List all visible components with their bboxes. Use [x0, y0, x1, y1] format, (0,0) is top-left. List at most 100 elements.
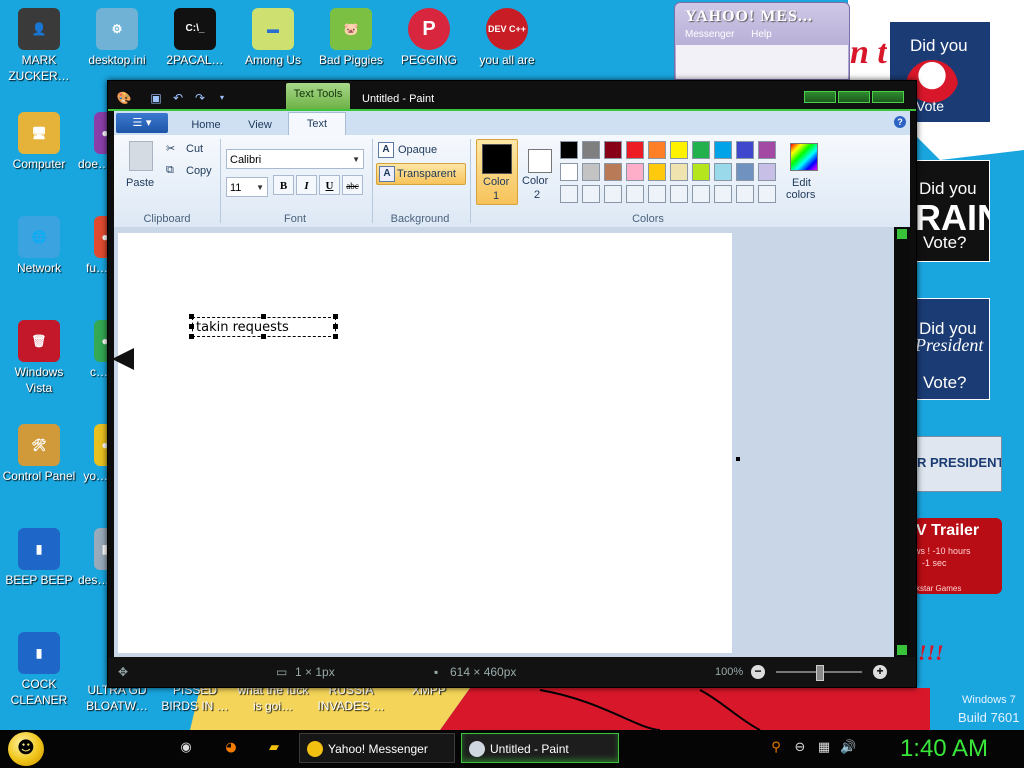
desktop-icon-beep-beep[interactable]: ▮ BEEP BEEP [0, 528, 78, 588]
folder-icon[interactable]: ▰ [266, 740, 282, 756]
palette-swatch[interactable] [626, 163, 644, 181]
palette-swatch[interactable] [736, 141, 754, 159]
desktop-icon-windows-vista[interactable]: 🗑 Windows Vista [0, 320, 78, 396]
copy-button[interactable]: ⧉ Copy [166, 163, 216, 181]
desktop-icon-among-us[interactable]: ▬ Among Us [234, 8, 312, 68]
file-menu-button[interactable]: ☰ ▾ [116, 113, 168, 133]
desktop-icon-bad-piggies[interactable]: 🐷 Bad Piggies [312, 8, 390, 68]
palette-swatch[interactable] [758, 185, 776, 203]
desktop-icon-2pacal[interactable]: C:\_ 2PACAL… [156, 8, 234, 68]
palette-swatch[interactable] [604, 163, 622, 181]
palette-swatch[interactable] [758, 141, 776, 159]
desktop-icon-you-all-are[interactable]: DEV C++ you all are [468, 8, 546, 68]
maximize-button[interactable] [838, 91, 870, 103]
paint-window[interactable]: 🎨 ▣ ↶ ↷ ▾ Text Tools Untitled - Paint ☰ … [107, 80, 917, 688]
minus-icon[interactable]: ⊖ [792, 740, 808, 756]
desktop-icon-mark-zucker[interactable]: 👤 MARK ZUCKER… [0, 8, 78, 84]
canvas-resize-handle[interactable] [736, 457, 740, 461]
resize-handle[interactable] [333, 324, 338, 329]
desktop-icon-cock-cleaner[interactable]: ▮ COCK CLEANER [0, 632, 78, 708]
bold-button[interactable]: B [273, 175, 294, 195]
undo-icon[interactable]: ↶ [170, 91, 186, 105]
search-icon[interactable]: ⚲ [768, 740, 784, 756]
palette-swatch[interactable] [714, 163, 732, 181]
drawing-canvas[interactable]: takin requests [118, 233, 732, 653]
palette-swatch[interactable] [714, 141, 732, 159]
resize-handle[interactable] [333, 334, 338, 339]
palette-swatch[interactable] [604, 185, 622, 203]
desktop-icon-computer[interactable]: 🖥 Computer [0, 112, 78, 172]
font-size-combo[interactable]: 11 ▼ [226, 177, 268, 197]
palette-swatch[interactable] [560, 141, 578, 159]
palette-swatch[interactable] [648, 185, 666, 203]
yahoo-messenger-window[interactable]: YAHOO! MES... Messenger Help [674, 2, 850, 80]
opaque-button[interactable]: A Opaque [378, 141, 468, 159]
resize-handle[interactable] [189, 324, 194, 329]
palette-swatch[interactable] [670, 141, 688, 159]
palette-swatch[interactable] [582, 141, 600, 159]
palette-swatch[interactable] [626, 141, 644, 159]
resize-handle[interactable] [333, 314, 338, 319]
palette-swatch[interactable] [736, 163, 754, 181]
palette-swatch[interactable] [670, 185, 688, 203]
desktop-icon-desktop-ini[interactable]: ⚙ desktop.ini [78, 8, 156, 68]
start-button[interactable]: ☻ [8, 732, 44, 766]
save-icon[interactable]: ▣ [148, 91, 164, 105]
palette-swatch[interactable] [670, 163, 688, 181]
underline-button[interactable]: U [319, 175, 340, 195]
minimize-button[interactable] [804, 91, 836, 103]
taskbar-paint[interactable]: Untitled - Paint [461, 733, 619, 763]
scroll-down-arrow[interactable] [897, 645, 907, 655]
palette-swatch[interactable] [560, 185, 578, 203]
palette-swatch[interactable] [560, 163, 578, 181]
palette-swatch[interactable] [692, 163, 710, 181]
palette-swatch[interactable] [714, 185, 732, 203]
redo-icon[interactable]: ↷ [192, 91, 208, 105]
desktop-icon-des[interactable]: ▮ des… [78, 528, 108, 588]
cut-button[interactable]: ✂ Cut [166, 141, 216, 159]
desktop-icon-yo[interactable]: ● yo… [78, 424, 108, 484]
palette-swatch[interactable] [648, 163, 666, 181]
desktop-icon-control-panel[interactable]: 🛠 Control Panel [0, 424, 78, 484]
yahoo-menu-messenger[interactable]: Messenger [685, 29, 734, 40]
scroll-up-arrow[interactable] [897, 229, 907, 239]
tab-home[interactable]: Home [176, 115, 236, 135]
tab-text[interactable]: Text [288, 112, 346, 136]
color1-button[interactable]: Color 1 [476, 139, 518, 205]
taskbar-yahoo-messenger[interactable]: Yahoo! Messenger [299, 733, 455, 763]
paint-titlebar[interactable]: 🎨 ▣ ↶ ↷ ▾ Text Tools Untitled - Paint [108, 81, 916, 111]
zoom-in-button[interactable]: + [873, 665, 887, 679]
vertical-scrollbar[interactable] [894, 227, 910, 657]
resize-handle[interactable] [261, 334, 266, 339]
italic-button[interactable]: I [296, 175, 317, 195]
chrome-icon[interactable]: ◉ [178, 740, 194, 756]
volume-icon[interactable]: 🔊 [840, 740, 856, 756]
palette-swatch[interactable] [582, 163, 600, 181]
edit-colors-button[interactable]: Edit colors [782, 139, 822, 203]
desktop-icon-pegging[interactable]: P PEGGING [390, 8, 468, 68]
palette-swatch[interactable] [604, 141, 622, 159]
palette-swatch[interactable] [648, 141, 666, 159]
help-icon[interactable]: ? [894, 116, 906, 128]
paint-app-icon[interactable]: 🎨 [116, 91, 132, 105]
font-family-combo[interactable]: Calibri ▼ [226, 149, 364, 169]
zoom-out-button[interactable]: − [751, 665, 765, 679]
resize-handle[interactable] [261, 314, 266, 319]
desktop-icon-doe[interactable]: ● doe… [78, 112, 108, 172]
palette-swatch[interactable] [692, 185, 710, 203]
tab-view[interactable]: View [234, 115, 286, 135]
canvas-workspace[interactable]: takin requests [114, 227, 894, 657]
paste-button[interactable]: Paste [124, 139, 158, 193]
palette-swatch[interactable] [626, 185, 644, 203]
yahoo-menu-help[interactable]: Help [751, 29, 772, 40]
palette-swatch[interactable] [692, 141, 710, 159]
color2-button[interactable]: Color 2 [520, 139, 560, 203]
firefox-icon[interactable]: ◕ [223, 740, 239, 756]
strikethrough-button[interactable]: abc [342, 175, 363, 195]
desktop-icon-c[interactable]: ● c… [78, 320, 108, 380]
transparent-button[interactable]: A Transparent [376, 163, 466, 185]
customize-qat-icon[interactable]: ▾ [214, 91, 230, 105]
network-tray-icon[interactable]: ▦ [816, 740, 832, 756]
resize-handle[interactable] [189, 314, 194, 319]
desktop-icon-fu[interactable]: ● fu… [78, 216, 108, 276]
